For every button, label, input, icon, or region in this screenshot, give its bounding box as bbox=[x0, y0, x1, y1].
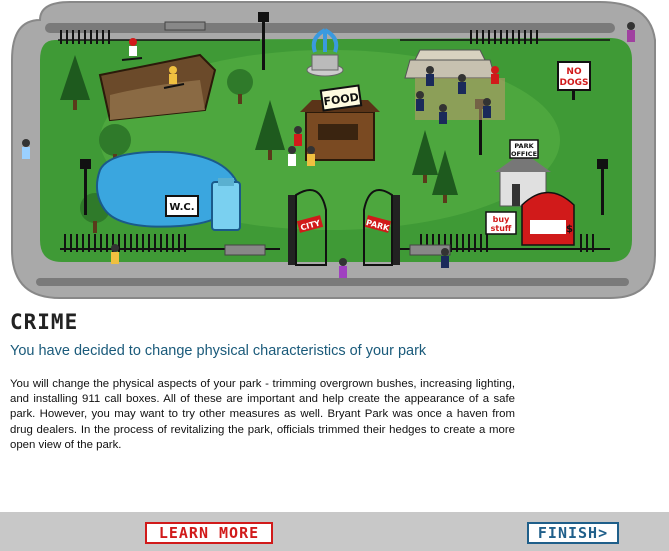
wc-sign: W.C. bbox=[165, 195, 199, 217]
police-officer-icon bbox=[458, 74, 466, 94]
police-officer-icon bbox=[483, 98, 491, 118]
bench-icon bbox=[224, 244, 266, 256]
body-paragraph: You will change the physical aspects of … bbox=[10, 378, 515, 451]
park-office-line1: PARK bbox=[514, 142, 534, 150]
person-icon bbox=[339, 258, 347, 278]
person-icon bbox=[294, 126, 302, 146]
person-icon bbox=[307, 146, 315, 166]
no-dogs-line2: DOGS bbox=[560, 78, 589, 88]
page-subtitle: You have decided to change physical char… bbox=[10, 343, 427, 359]
park-office-line2: OFFICE bbox=[511, 150, 537, 158]
learn-more-button[interactable]: LEARN MORE bbox=[145, 522, 273, 544]
info-panel: CRIME You have decided to change physica… bbox=[0, 300, 669, 512]
portable-toilet bbox=[211, 178, 241, 231]
booth-dollar-sign: $ bbox=[566, 224, 573, 235]
police-officer-icon bbox=[439, 104, 447, 124]
person-icon bbox=[22, 139, 30, 159]
buy-stuff-line1: buy bbox=[493, 215, 510, 224]
bench-icon bbox=[164, 21, 206, 31]
person-icon bbox=[288, 146, 296, 166]
person-icon bbox=[111, 244, 119, 264]
person-icon bbox=[627, 22, 635, 42]
wc-sign-text: W.C. bbox=[169, 202, 194, 213]
footer-bar: LEARN MORE FINISH> bbox=[0, 512, 669, 551]
person-icon bbox=[441, 248, 449, 268]
police-officer-icon bbox=[426, 66, 434, 86]
police-officer-icon bbox=[416, 91, 424, 111]
person-icon bbox=[491, 66, 499, 84]
buy-stuff-line2: stuff bbox=[491, 224, 512, 233]
park-scene: FOOD NO DOGS W.C. PARK OFFICE $ buy stuf… bbox=[0, 0, 669, 300]
page-title: CRIME bbox=[10, 310, 79, 334]
no-dogs-line1: NO bbox=[566, 67, 582, 77]
finish-button[interactable]: FINISH> bbox=[527, 522, 619, 544]
